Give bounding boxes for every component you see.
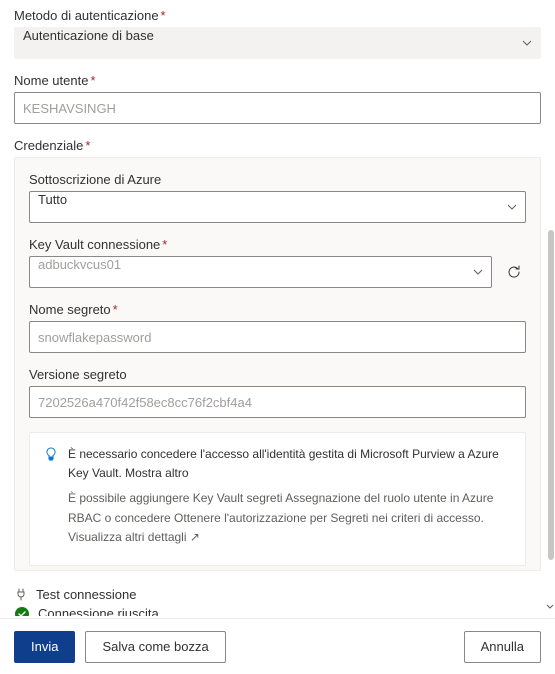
info-text-primary: È necessario concedere l'accesso all'ide… bbox=[68, 445, 511, 483]
plug-icon bbox=[14, 587, 28, 601]
required-asterisk: * bbox=[113, 302, 118, 317]
secret-version-label: Versione segreto bbox=[29, 367, 526, 382]
scroll-down-arrow[interactable] bbox=[545, 602, 555, 612]
cancel-button[interactable]: Annulla bbox=[464, 631, 541, 663]
info-box: È necessario concedere l'accesso all'ide… bbox=[29, 432, 526, 566]
secret-name-input[interactable] bbox=[29, 321, 526, 353]
keyvault-label: Key Vault connessione* bbox=[29, 237, 526, 252]
username-label: Nome utente* bbox=[14, 73, 541, 88]
required-asterisk: * bbox=[161, 8, 166, 23]
required-asterisk: * bbox=[90, 73, 95, 88]
submit-button[interactable]: Invia bbox=[14, 631, 75, 663]
save-draft-button[interactable]: Salva come bozza bbox=[85, 631, 225, 663]
test-connection-link[interactable]: Test connessione bbox=[14, 587, 541, 602]
credential-label: Credenziale* bbox=[14, 138, 541, 153]
credential-panel: Sottoscrizione di Azure Tutto Key Vault … bbox=[14, 157, 541, 571]
keyvault-select[interactable]: adbuckvcus01 bbox=[29, 256, 492, 288]
username-input[interactable] bbox=[14, 92, 541, 124]
secret-version-input[interactable] bbox=[29, 386, 526, 418]
subscription-select[interactable]: Tutto bbox=[29, 191, 526, 223]
auth-method-label: Metodo di autenticazione* bbox=[14, 8, 541, 23]
required-asterisk: * bbox=[162, 237, 167, 252]
scrollbar-thumb[interactable] bbox=[548, 230, 554, 560]
info-text-secondary: È possibile aggiungere Key Vault segreti… bbox=[68, 489, 511, 547]
required-asterisk: * bbox=[85, 138, 90, 153]
auth-method-select[interactable]: Autenticazione di base bbox=[14, 27, 541, 59]
subscription-label: Sottoscrizione di Azure bbox=[29, 172, 526, 187]
refresh-button[interactable] bbox=[502, 260, 526, 284]
refresh-icon bbox=[506, 264, 522, 280]
success-icon bbox=[14, 606, 30, 616]
footer: Invia Salva come bozza Annulla bbox=[0, 618, 555, 674]
scrollbar[interactable] bbox=[547, 230, 555, 600]
secret-name-label: Nome segreto* bbox=[29, 302, 526, 317]
connection-status: Connessione riuscita. ... bbox=[14, 606, 541, 616]
lightbulb-icon bbox=[44, 447, 58, 553]
